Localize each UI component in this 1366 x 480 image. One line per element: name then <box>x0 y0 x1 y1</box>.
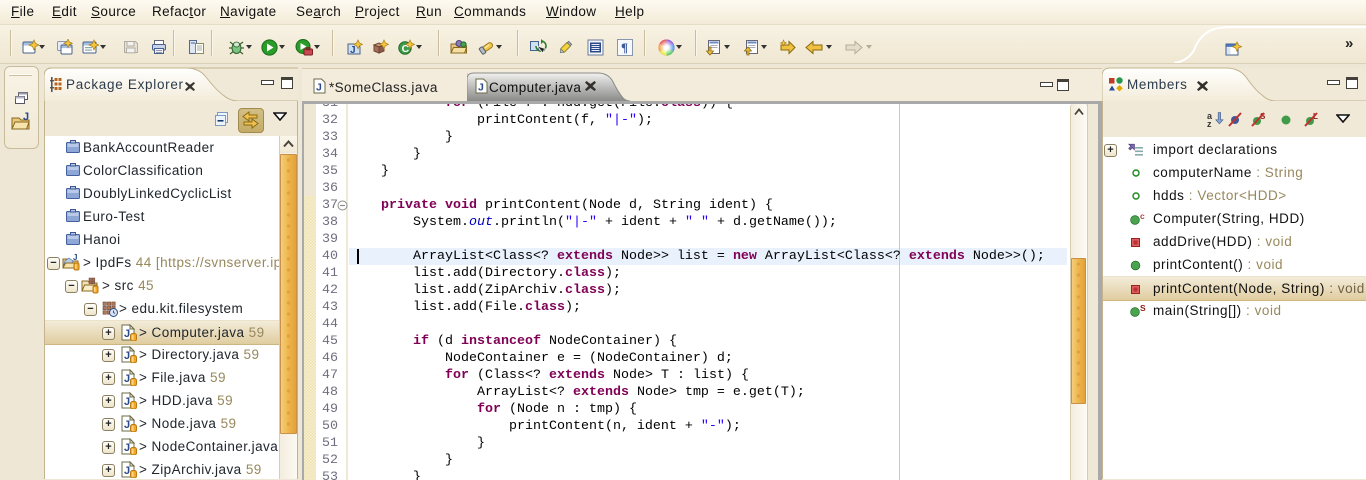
svg-text:J: J <box>350 45 356 56</box>
svg-text:J: J <box>124 350 130 362</box>
svg-text:J: J <box>73 254 77 262</box>
svg-text:J: J <box>124 465 130 477</box>
svg-text:J: J <box>124 442 130 454</box>
svg-text:c: c <box>1140 211 1145 221</box>
svg-text:J: J <box>316 82 322 94</box>
svg-text:J: J <box>478 82 484 94</box>
svg-text:J: J <box>124 396 130 408</box>
svg-text:J: J <box>124 373 130 385</box>
svg-text:J: J <box>23 111 29 123</box>
svg-text:¶: ¶ <box>621 40 628 55</box>
svg-text:J: J <box>124 328 130 340</box>
svg-text:J: J <box>124 419 130 431</box>
svg-text:S: S <box>1140 303 1146 313</box>
svg-text:z: z <box>1207 119 1212 128</box>
